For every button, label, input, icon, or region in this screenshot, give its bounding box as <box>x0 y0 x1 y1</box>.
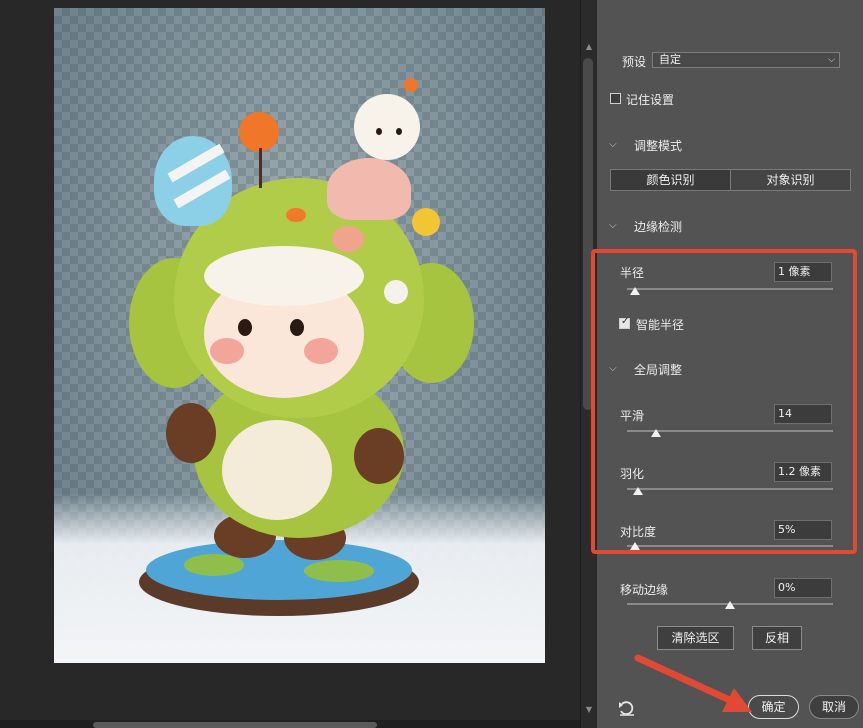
object-aware-label: 对象识别 <box>766 173 815 187</box>
shift-edge-label: 移动边缘 <box>620 583 669 597</box>
preset-select[interactable]: 自定 ⌵ <box>652 52 840 68</box>
edge-detection-title: 边缘检测 <box>634 220 683 234</box>
color-aware-option[interactable]: 颜色识别 <box>610 169 731 191</box>
object-aware-option[interactable]: 对象识别 <box>730 169 851 191</box>
shift-edge-slider-thumb[interactable] <box>725 601 735 609</box>
annotation-highlight-box <box>591 249 857 554</box>
chevron-down-icon[interactable]: ⌵ <box>609 140 617 150</box>
color-aware-label: 颜色识别 <box>646 173 695 187</box>
shift-edge-input[interactable]: 0% <box>774 578 832 598</box>
horizontal-scrollbar-thumb[interactable] <box>93 722 377 728</box>
chevron-down-icon[interactable]: ⌵ <box>609 221 617 231</box>
adjust-mode-title: 调整模式 <box>634 139 683 153</box>
scroll-down-arrow-icon[interactable]: ▼ <box>584 705 594 715</box>
annotation-arrow-icon <box>634 654 752 712</box>
remember-settings-checkbox[interactable] <box>610 93 621 104</box>
chevron-down-icon: ⌵ <box>828 55 835 65</box>
remember-settings-label: 记住设置 <box>626 93 675 107</box>
canvas-area[interactable] <box>0 0 580 728</box>
image-preview[interactable] <box>54 8 545 663</box>
preset-value: 自定 <box>659 53 681 66</box>
cancel-button[interactable]: 取消 <box>809 695 859 719</box>
preset-label: 预设 <box>622 55 647 69</box>
clear-selection-button[interactable]: 清除选区 <box>657 626 734 650</box>
scroll-up-arrow-icon[interactable]: ▲ <box>584 42 594 52</box>
invert-button[interactable]: 反相 <box>752 626 802 650</box>
